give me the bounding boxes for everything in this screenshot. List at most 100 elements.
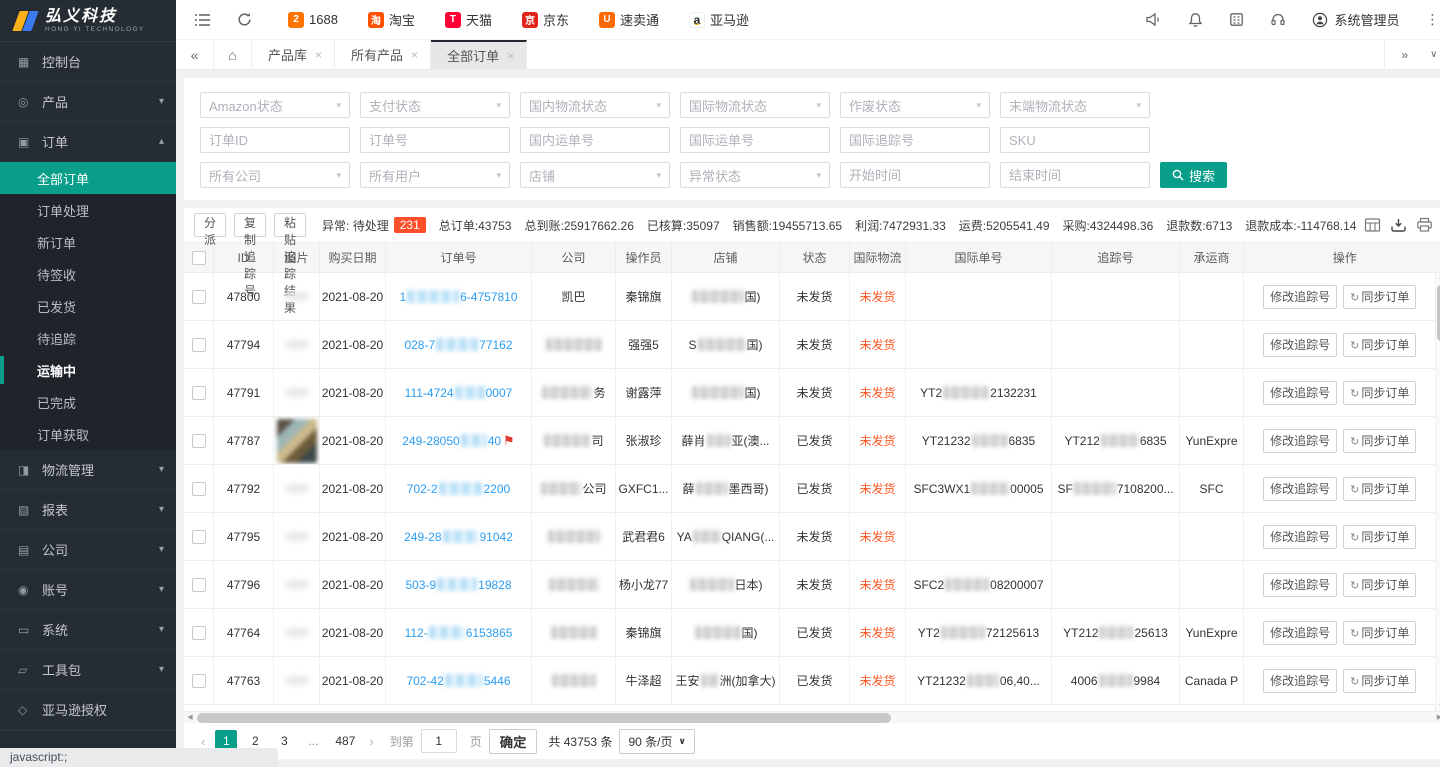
calculator-icon[interactable] [1229, 12, 1244, 27]
filter-input[interactable] [840, 127, 990, 153]
platform-link[interactable]: a 亚马逊 [689, 10, 749, 29]
filter-input[interactable] [520, 127, 670, 153]
platform-link[interactable]: 淘 淘宝 [368, 10, 415, 29]
nav-tab[interactable]: 全部订单 × [431, 40, 527, 69]
order-number-link[interactable]: 028-777162 [404, 338, 512, 352]
more-icon[interactable]: ⋮ [1425, 11, 1439, 28]
vertical-scrollbar[interactable]: ▲ ▼ [1435, 273, 1440, 711]
sync-order-button[interactable]: ↻同步订单 [1343, 573, 1416, 597]
edit-tracking-button[interactable]: 修改追踪号 [1263, 429, 1337, 453]
row-checkbox[interactable] [192, 338, 206, 352]
columns-toggle-icon[interactable] [1364, 217, 1381, 233]
collapse-sidebar-icon[interactable] [194, 13, 211, 27]
order-number-link[interactable]: 249-2891042 [404, 530, 513, 544]
tab-options-icon[interactable]: ∨ [1430, 49, 1437, 60]
sidebar-subitem[interactable]: 订单获取 [0, 418, 176, 450]
edit-tracking-button[interactable]: 修改追踪号 [1263, 333, 1337, 357]
bell-icon[interactable] [1188, 12, 1203, 28]
sidebar-subitem[interactable]: 运输中 [0, 354, 176, 386]
row-checkbox[interactable] [192, 578, 206, 592]
toolbar-button[interactable]: 粘贴追踪结果 [274, 213, 306, 237]
sync-order-button[interactable]: ↻同步订单 [1343, 669, 1416, 693]
close-icon[interactable]: × [411, 48, 418, 62]
sync-order-button[interactable]: ↻同步订单 [1343, 477, 1416, 501]
sidebar-subitem[interactable]: 已完成 [0, 386, 176, 418]
filter-select[interactable]: Amazon状态 ▾ [200, 92, 350, 118]
sync-order-button[interactable]: ↻同步订单 [1343, 429, 1416, 453]
headset-icon[interactable] [1270, 12, 1286, 27]
sidebar-subitem[interactable]: 新订单 [0, 226, 176, 258]
scroll-up-icon[interactable]: ▲ [1436, 273, 1440, 283]
filter-input[interactable] [1000, 127, 1150, 153]
sidebar-item[interactable]: ▣ 订单 ▴ [0, 122, 176, 162]
sidebar-item[interactable]: ▧ 报表 ▾ [0, 490, 176, 530]
scroll-tabs-right-icon[interactable]: » [1401, 48, 1408, 62]
edit-tracking-button[interactable]: 修改追踪号 [1263, 525, 1337, 549]
horizontal-scrollbar[interactable]: ◀ ▶ [184, 711, 1440, 723]
platform-link[interactable]: T 天猫 [445, 10, 492, 29]
scroll-down-icon[interactable]: ▼ [1436, 701, 1440, 711]
close-icon[interactable]: × [315, 48, 322, 62]
edit-tracking-button[interactable]: 修改追踪号 [1263, 285, 1337, 309]
home-tab[interactable]: ⌂ [214, 40, 252, 69]
filter-select[interactable]: 支付状态 ▾ [360, 92, 510, 118]
order-number-link[interactable]: 16-4757810 [399, 290, 517, 304]
sidebar-item[interactable]: ◎ 产品 ▾ [0, 82, 176, 122]
per-page-select[interactable]: 90 条/页 ∨ [619, 729, 694, 754]
filter-input[interactable] [200, 127, 350, 153]
close-icon[interactable]: × [507, 49, 514, 63]
scroll-right-icon[interactable]: ▶ [1433, 712, 1440, 723]
next-page-icon[interactable]: › [366, 734, 376, 749]
order-number-link[interactable]: 702-425446 [406, 674, 510, 688]
filter-input[interactable] [680, 127, 830, 153]
confirm-page-button[interactable]: 确定 [489, 729, 538, 754]
announcement-icon[interactable] [1145, 12, 1162, 27]
filter-input[interactable] [360, 127, 510, 153]
scroll-left-icon[interactable]: ◀ [184, 712, 196, 723]
row-checkbox[interactable] [192, 530, 206, 544]
platform-link[interactable]: 京 京东 [522, 10, 569, 29]
edit-tracking-button[interactable]: 修改追踪号 [1263, 621, 1337, 645]
filter-select[interactable]: 国内物流状态 ▾ [520, 92, 670, 118]
order-number-link[interactable]: 702-22200 [407, 482, 510, 496]
filter-select[interactable]: 末端物流状态 ▾ [1000, 92, 1150, 118]
sync-order-button[interactable]: ↻同步订单 [1343, 525, 1416, 549]
platform-link[interactable]: 2 1688 [288, 12, 338, 28]
nav-tab[interactable]: 所有产品 × [335, 40, 431, 69]
sidebar-item[interactable]: ◉ 账号 ▾ [0, 570, 176, 610]
sidebar-item[interactable]: ◨ 物流管理 ▾ [0, 450, 176, 490]
row-checkbox[interactable] [192, 290, 206, 304]
filter-select[interactable]: 作废状态 ▾ [840, 92, 990, 118]
print-icon[interactable] [1416, 217, 1433, 233]
order-number-link[interactable]: 503-919828 [405, 578, 511, 592]
sync-order-button[interactable]: ↻同步订单 [1343, 621, 1416, 645]
filter-select[interactable]: 店铺 ▾ [520, 162, 670, 188]
export-icon[interactable] [1390, 217, 1407, 233]
filter-select[interactable]: 所有用户 ▾ [360, 162, 510, 188]
sidebar-subitem[interactable]: 待追踪 [0, 322, 176, 354]
toolbar-button[interactable]: 复制追踪号 [234, 213, 266, 237]
nav-tab[interactable]: 产品库 × [252, 40, 335, 69]
sync-order-button[interactable]: ↻同步订单 [1343, 285, 1416, 309]
user-menu[interactable]: 系统管理员 [1312, 10, 1399, 29]
platform-link[interactable]: U 速卖通 [599, 10, 659, 29]
sidebar-item[interactable]: ▭ 系统 ▾ [0, 610, 176, 650]
sync-order-button[interactable]: ↻同步订单 [1343, 381, 1416, 405]
sidebar-subitem[interactable]: 待签收 [0, 258, 176, 290]
row-checkbox[interactable] [192, 482, 206, 496]
row-checkbox[interactable] [192, 626, 206, 640]
sidebar-subitem[interactable]: 订单处理 [0, 194, 176, 226]
edit-tracking-button[interactable]: 修改追踪号 [1263, 477, 1337, 501]
sidebar-subitem[interactable]: 已发货 [0, 290, 176, 322]
toolbar-button[interactable]: 分派 [194, 213, 226, 237]
filter-select[interactable]: 异常状态 ▾ [680, 162, 830, 188]
order-number-link[interactable]: 112-6153865 [405, 626, 513, 640]
filter-select[interactable]: 国际物流状态 ▾ [680, 92, 830, 118]
horizontal-scroll-thumb[interactable] [197, 713, 891, 723]
select-all-checkbox[interactable] [192, 251, 206, 265]
sidebar-item[interactable]: ▱ 工具包 ▾ [0, 650, 176, 690]
scroll-tabs-left-icon[interactable]: « [176, 40, 214, 69]
filter-select[interactable]: 所有公司 ▾ [200, 162, 350, 188]
sync-order-button[interactable]: ↻同步订单 [1343, 333, 1416, 357]
sidebar-subitem[interactable]: 全部订单 [0, 162, 176, 194]
